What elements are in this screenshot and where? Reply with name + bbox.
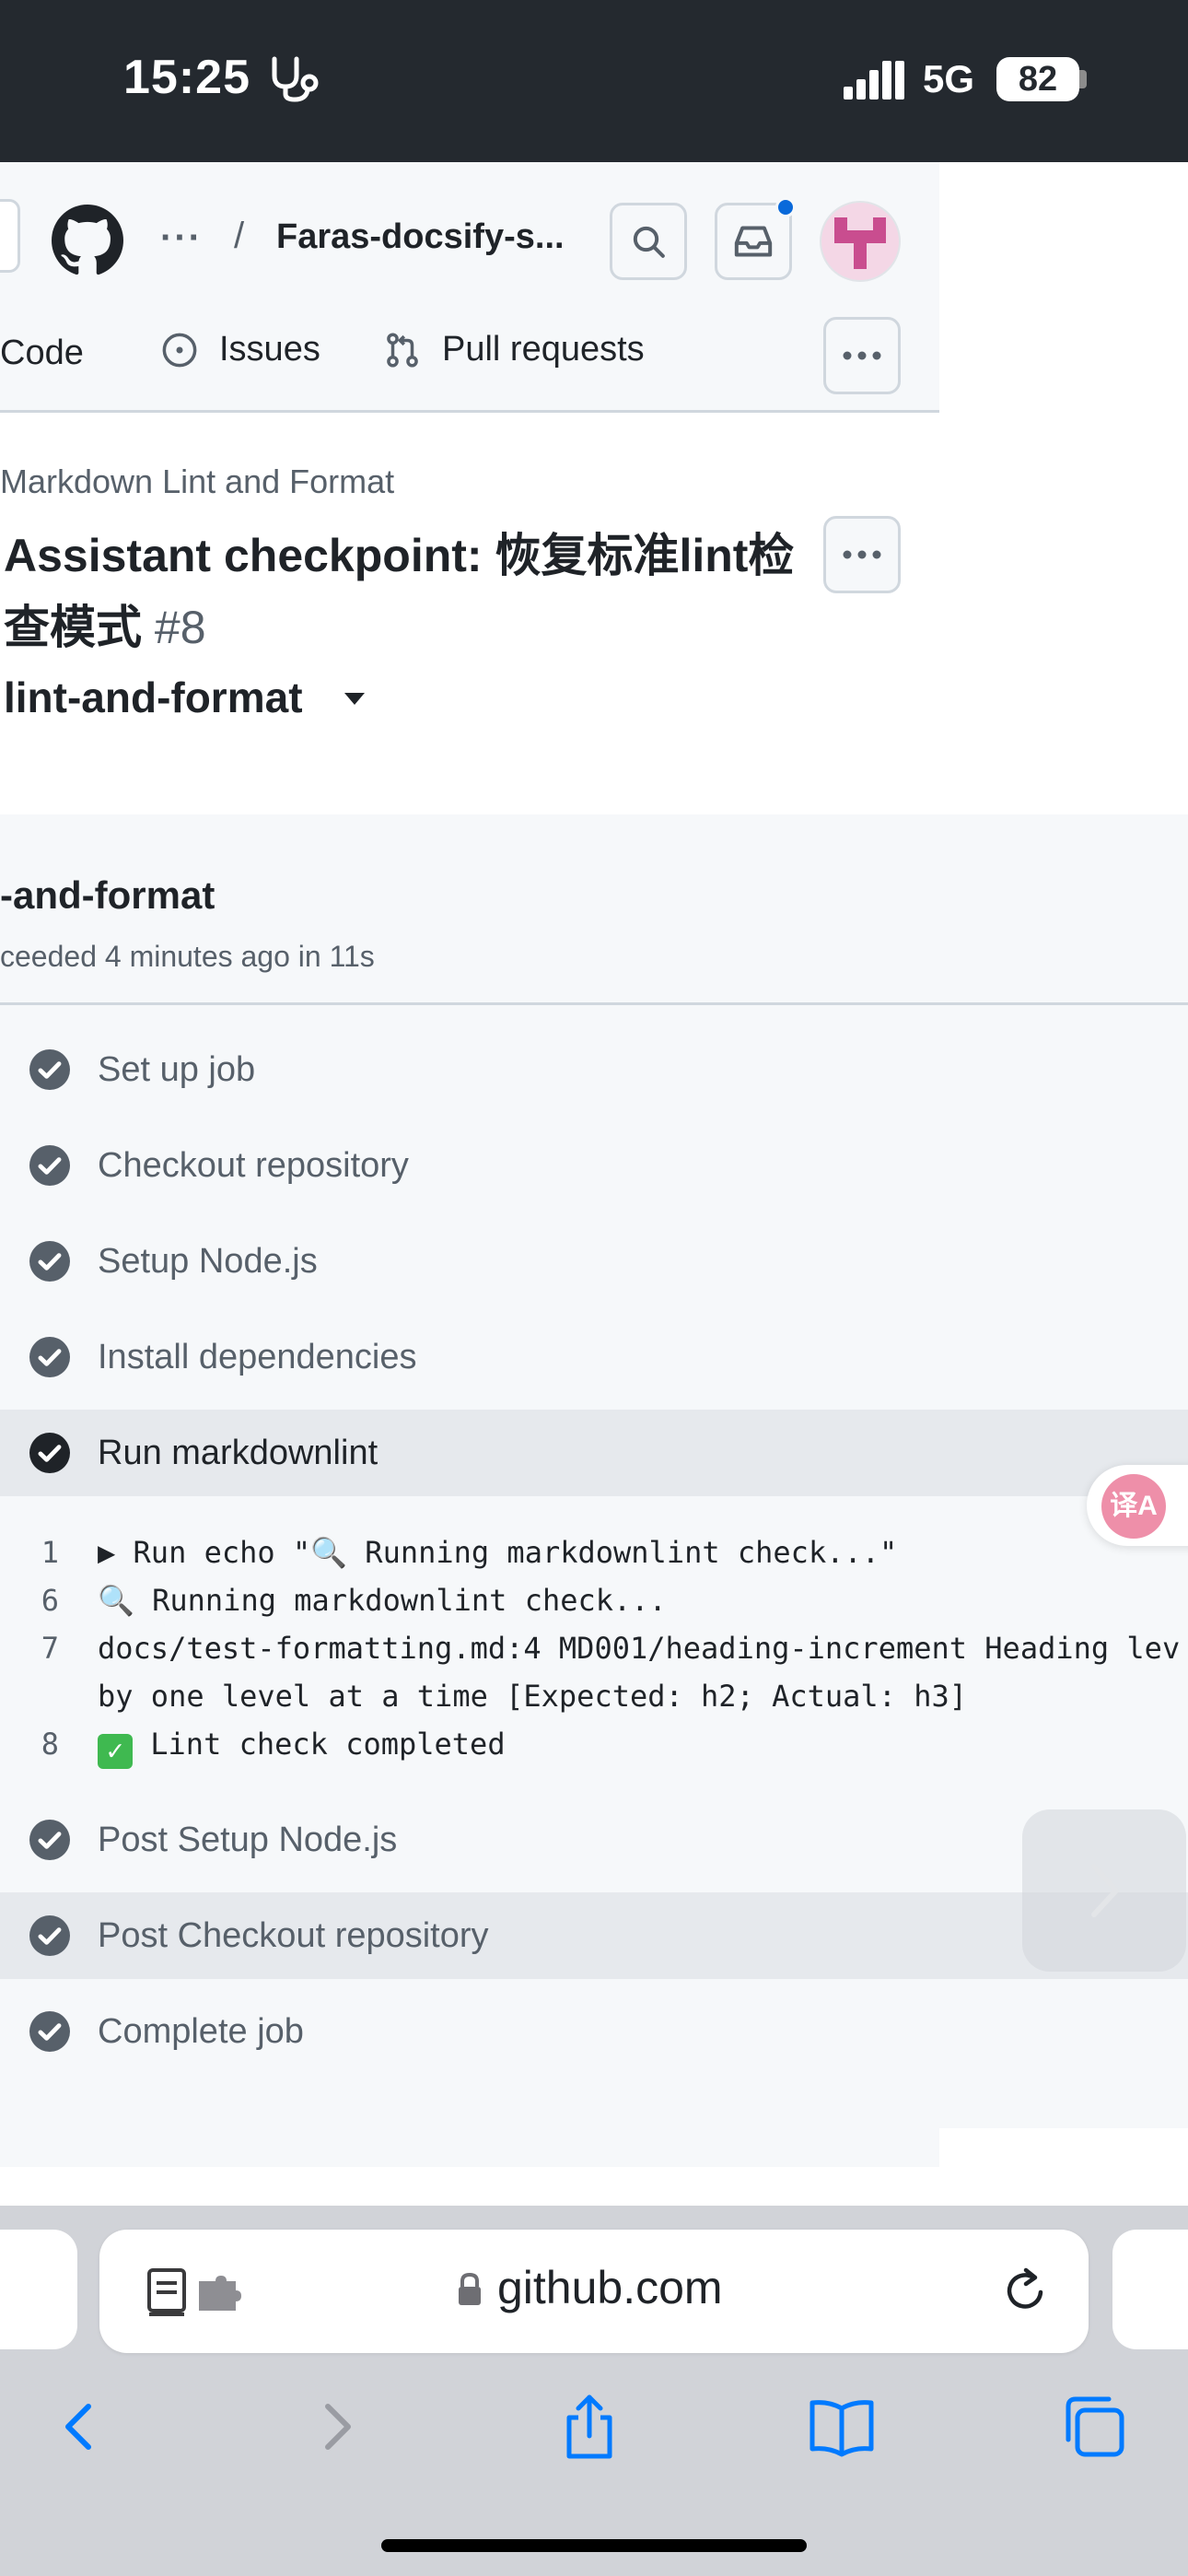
github-logo-icon[interactable]	[52, 205, 123, 276]
inbox-icon	[734, 226, 773, 257]
triangle-down-icon[interactable]	[344, 693, 365, 705]
pull-request-icon	[387, 332, 418, 368]
step-row-active[interactable]: Run markdownlint	[0, 1410, 1188, 1496]
tabs-icon[interactable]	[1057, 2390, 1131, 2464]
step-row[interactable]: Complete job	[0, 1988, 1188, 2075]
search-button[interactable]	[610, 203, 687, 280]
browser-toolbar: github.com	[0, 2206, 1188, 2576]
signal-icon	[844, 61, 904, 100]
network-type: 5G	[923, 57, 975, 100]
check-circle-icon	[29, 1241, 70, 1282]
log-line-text: ▶ Run echo "🔍 Running markdownlint check…	[98, 1535, 898, 1570]
status-bar: 15:25 5G 82	[0, 0, 1188, 162]
tab-preview-left[interactable]	[0, 2230, 77, 2349]
log-line-content: ✓ Lint check completed	[98, 1727, 506, 1769]
search-icon	[633, 226, 665, 258]
step-row[interactable]: Post Checkout repository	[0, 1892, 1188, 1979]
chevron-right-icon	[1091, 1864, 1119, 1917]
workflow-name[interactable]: Markdown Lint and Format	[0, 463, 394, 501]
avatar[interactable]	[820, 201, 901, 282]
github-header: ··· / Faras-docsify-s... Code Issues Pul…	[0, 162, 939, 413]
battery-level: 82	[996, 57, 1079, 101]
divider	[0, 1002, 1188, 1005]
log-line-number: 1	[41, 1535, 59, 1570]
tab-code[interactable]: Code	[0, 334, 84, 373]
address-bar[interactable]: github.com	[99, 2230, 1089, 2353]
job-title: -and-format	[0, 873, 215, 917]
check-circle-icon	[29, 1820, 70, 1860]
check-circle-icon	[29, 1337, 70, 1377]
step-label: Setup Node.js	[98, 1241, 318, 1281]
stethoscope-icon	[272, 56, 319, 102]
check-circle-icon	[29, 1145, 70, 1186]
run-number: #8	[154, 602, 206, 653]
breadcrumb-separator: /	[234, 216, 245, 256]
log-line-number: 8	[41, 1727, 59, 1762]
log-line-number: 6	[41, 1583, 59, 1618]
step-row[interactable]: Setup Node.js	[0, 1218, 1188, 1305]
log-line-text: docs/test-formatting.md:4 MD001/heading-…	[98, 1631, 1181, 1666]
log-line-text: 🔍 Running markdownlint check...	[98, 1583, 667, 1618]
notification-dot	[775, 197, 796, 217]
bookmarks-icon[interactable]	[805, 2390, 879, 2464]
tab-preview-right[interactable]	[1112, 2230, 1188, 2349]
job-panel: -and-format ceeded 4 minutes ago in 11s …	[0, 814, 1188, 2128]
kebab-horizontal-icon	[843, 550, 881, 559]
log-line-text: by one level at a time [Expected: h2; Ac…	[98, 1679, 968, 1714]
check-circle-icon	[29, 2011, 70, 2052]
step-row[interactable]: Post Setup Node.js	[0, 1797, 1188, 1883]
nav-more-button[interactable]	[823, 317, 901, 394]
tab-pull-requests-label: Pull requests	[442, 330, 645, 369]
run-title-text: Assistant checkpoint: 恢复标准lint检查模式	[4, 530, 795, 653]
menu-button[interactable]	[0, 199, 20, 273]
step-label: Run markdownlint	[98, 1433, 379, 1472]
log-line-number: 7	[41, 1631, 59, 1666]
step-label: Install dependencies	[98, 1337, 417, 1376]
check-circle-icon	[29, 1049, 70, 1090]
job-status-meta: ceeded 4 minutes ago in 11s	[0, 940, 375, 973]
step-label: Checkout repository	[98, 1145, 409, 1185]
next-page-overlay[interactable]	[1022, 1809, 1186, 1972]
run-more-button[interactable]	[823, 516, 901, 593]
battery-cap	[1079, 70, 1087, 88]
check-circle-icon	[29, 1433, 70, 1473]
translate-button[interactable]: 译A	[1087, 1465, 1188, 1546]
issue-icon	[162, 333, 197, 367]
translate-icon: 译A	[1101, 1474, 1166, 1539]
step-label: Complete job	[98, 2011, 304, 2051]
job-selector[interactable]: lint-and-format	[4, 673, 303, 722]
page-bottom-strip	[0, 2128, 939, 2167]
forward-icon[interactable]	[300, 2390, 374, 2464]
kebab-horizontal-icon	[843, 351, 881, 360]
step-row[interactable]: Checkout repository	[0, 1122, 1188, 1209]
status-time: 15:25	[123, 51, 250, 104]
step-row[interactable]: Set up job	[0, 1026, 1188, 1113]
page-menu-icon[interactable]	[146, 2266, 247, 2318]
share-icon[interactable]	[553, 2390, 626, 2464]
home-indicator	[381, 2539, 807, 2552]
identicon-icon	[834, 217, 886, 269]
reload-icon[interactable]	[1000, 2265, 1052, 2316]
tab-issues[interactable]: Issues	[160, 330, 320, 369]
tab-pull-requests[interactable]: Pull requests	[383, 330, 645, 369]
log-line-text: Lint check completed	[150, 1727, 506, 1762]
tab-issues-label: Issues	[219, 330, 320, 369]
step-label: Set up job	[98, 1049, 256, 1089]
step-row[interactable]: Install dependencies	[0, 1314, 1188, 1400]
page-title: Assistant checkpoint: 恢复标准lint检查模式 #8	[4, 520, 796, 663]
breadcrumb-repo[interactable]: Faras-docsify-s...	[276, 217, 565, 257]
check-circle-icon	[29, 1915, 70, 1956]
check-mark-button-icon: ✓	[98, 1734, 133, 1769]
step-label: Post Checkout repository	[98, 1915, 489, 1955]
back-icon[interactable]	[42, 2390, 116, 2464]
url-text[interactable]: github.com	[497, 2261, 723, 2314]
lock-icon	[459, 2272, 481, 2305]
step-label: Post Setup Node.js	[98, 1820, 398, 1859]
breadcrumb-more[interactable]: ···	[160, 217, 203, 259]
